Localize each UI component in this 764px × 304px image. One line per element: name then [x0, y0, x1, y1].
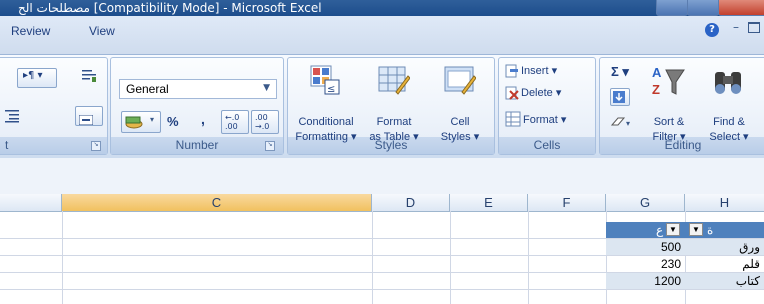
svg-text:Z: Z — [652, 82, 660, 97]
gridline — [62, 211, 63, 304]
indent-icon[interactable] — [5, 108, 19, 123]
insert-label: Insert ▾ — [521, 65, 558, 77]
column-header-e[interactable]: E — [450, 194, 528, 211]
sort-filter-icon: A Z — [652, 65, 685, 97]
svg-text:≤: ≤ — [327, 84, 335, 95]
conditional-formatting-label: Conditional — [298, 116, 354, 128]
table-cell-g[interactable]: 230 — [606, 256, 685, 272]
cell-styles-button[interactable]: Cell Styles ▾ — [428, 60, 492, 143]
decrease-decimal-button[interactable]: .00 →.0 — [251, 110, 279, 134]
table-cell-h[interactable]: ورق — [685, 239, 764, 255]
formula-bar-area — [0, 158, 764, 194]
wrap-text-icon[interactable] — [81, 68, 97, 84]
gridline — [0, 289, 764, 290]
cells-group-label: Cells — [499, 137, 595, 154]
sort-filter-button[interactable]: A Z Sort & Filter ▾ — [644, 62, 694, 143]
eraser-icon: ▾ — [610, 117, 630, 128]
delete-cells-icon — [505, 86, 519, 100]
filter-dropdown-icon[interactable]: ▼ — [666, 223, 680, 236]
chevron-down-icon: ▾ — [150, 115, 155, 124]
cell-styles-icon — [444, 66, 476, 95]
delete-button[interactable]: Delete ▾ — [505, 84, 593, 102]
number-group-label: Number ↘ — [111, 137, 283, 154]
number-launcher-icon[interactable]: ↘ — [265, 141, 275, 151]
conditional-formatting-icon: ≤ — [310, 65, 340, 95]
svg-text:A: A — [652, 65, 662, 80]
number-format-value: General — [126, 82, 169, 96]
autosum-button[interactable]: Σ ▾ — [611, 64, 629, 80]
column-header-d[interactable]: D — [372, 194, 450, 211]
column-header-g[interactable]: G — [606, 194, 685, 211]
table-cell-g[interactable]: 1200 — [606, 273, 685, 289]
decrease-decimal-icon: .00 →.0 — [255, 113, 270, 131]
conditional-formatting-button[interactable]: ≤ Conditional Formatting ▾ — [291, 60, 359, 143]
sort-filter-label-2: Filter ▾ — [652, 131, 686, 143]
chevron-down-icon: ▼ — [263, 83, 270, 93]
alignment-group: ▸¶ ▾ t ↘ — [0, 57, 108, 155]
clear-button[interactable]: ▾ — [610, 114, 634, 130]
table-header-cell-g[interactable]: ▼ ع — [606, 222, 685, 238]
filter-dropdown-icon[interactable]: ▼ — [689, 223, 703, 236]
svg-text:▾: ▾ — [626, 119, 630, 128]
merge-center-icon — [78, 110, 94, 126]
column-header-h[interactable]: H — [685, 194, 764, 211]
format-as-table-icon — [378, 66, 410, 95]
insert-button[interactable]: Insert ▾ — [505, 62, 593, 80]
column-header-partial[interactable] — [0, 194, 62, 211]
format-as-table-label-2: as Table ▾ — [369, 131, 419, 143]
number-group: Number ↘ — [110, 57, 284, 155]
column-header-c[interactable]: C — [62, 194, 372, 211]
gridline — [528, 211, 529, 304]
alignment-group-label: t ↘ — [0, 137, 107, 154]
insert-cells-icon — [505, 64, 518, 78]
comma-style-button[interactable]: , — [201, 111, 205, 127]
table-cell-h[interactable]: كتاب — [685, 273, 764, 289]
window-title: مصطلحات الح [Compatibility Mode] - Micro… — [18, 1, 322, 15]
close-window-button[interactable] — [718, 0, 764, 16]
table-cell-g[interactable]: 500 — [606, 239, 685, 255]
fill-down-icon — [613, 91, 625, 103]
sort-filter-label: Sort & — [653, 116, 685, 128]
format-label: Format ▾ — [523, 114, 567, 126]
find-select-label: Find & — [713, 116, 745, 128]
currency-icon — [125, 116, 143, 129]
binoculars-icon — [715, 72, 741, 94]
restore-window-icon[interactable] — [748, 22, 760, 33]
format-as-table-button[interactable]: Format as Table ▾ — [362, 60, 426, 143]
tab-view[interactable]: View — [89, 24, 115, 38]
conditional-formatting-label-2: Formatting ▾ — [295, 131, 357, 143]
worksheet-grid[interactable]: C D E F G H ▼ ع ▼ ة 500 ورق 230 قلم 1200… — [0, 194, 764, 304]
increase-decimal-icon: ←.0 .00 — [225, 113, 240, 131]
fill-button[interactable] — [610, 88, 630, 106]
format-as-table-label: Format — [376, 116, 412, 128]
cell-styles-label: Cell — [450, 116, 470, 128]
accounting-format-button[interactable]: ▾ — [121, 111, 161, 133]
alignment-launcher-icon[interactable]: ↘ — [91, 141, 101, 151]
find-select-button[interactable]: Find & Select ▾ — [698, 62, 760, 143]
text-direction-icon: ▸¶ ▾ — [23, 70, 43, 81]
table-cell-h[interactable]: قلم — [685, 256, 764, 272]
help-icon[interactable]: ? — [705, 23, 719, 37]
percent-style-button[interactable]: % — [167, 114, 179, 129]
cell-styles-label-2: Styles ▾ — [440, 131, 480, 143]
tab-review[interactable]: Review — [11, 24, 50, 38]
format-button[interactable]: Format ▾ — [505, 108, 593, 130]
minimize-window-button[interactable] — [656, 0, 688, 16]
delete-label: Delete ▾ — [521, 87, 562, 99]
gridline — [372, 211, 373, 304]
find-select-label-2: Select ▾ — [709, 131, 749, 143]
format-cells-icon — [505, 111, 521, 127]
number-format-dropdown[interactable]: General ▼ — [119, 79, 277, 99]
table-header-cell-h[interactable]: ▼ ة — [685, 222, 764, 238]
maximize-window-button[interactable] — [687, 0, 719, 16]
title-bar: مصطلحات الح [Compatibility Mode] - Micro… — [0, 0, 764, 16]
gridline — [450, 211, 451, 304]
column-header-f[interactable]: F — [528, 194, 606, 211]
minimize-ribbon-icon[interactable]: – — [733, 20, 739, 34]
increase-decimal-button[interactable]: ←.0 .00 — [221, 110, 249, 134]
